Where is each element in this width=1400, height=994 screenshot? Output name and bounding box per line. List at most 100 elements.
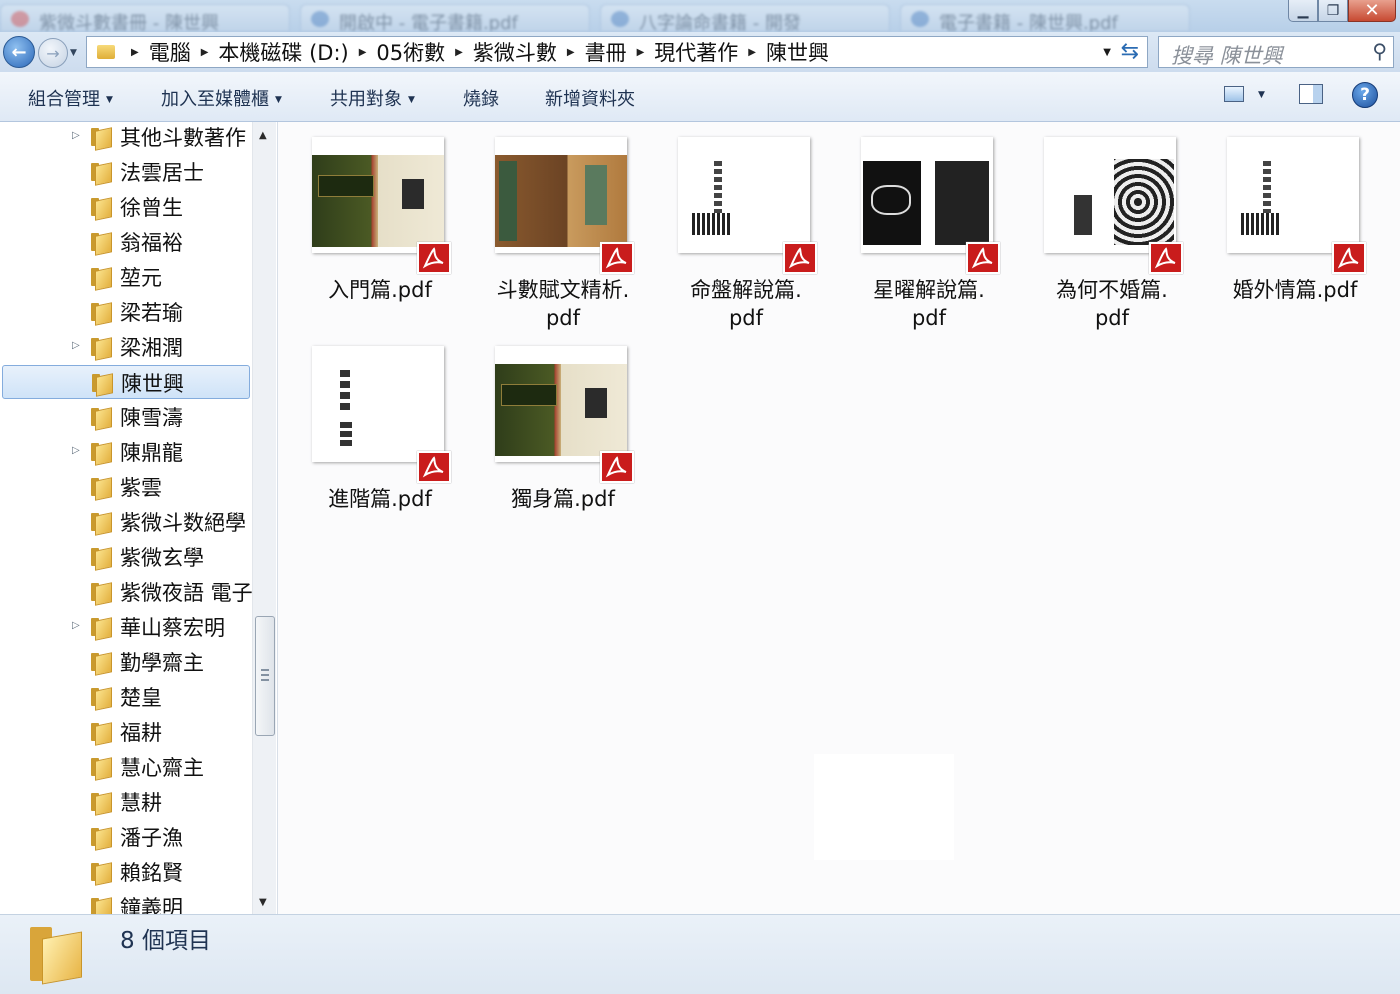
- scroll-up-icon[interactable]: ▲: [259, 130, 267, 141]
- breadcrumb-folder[interactable]: 紫微斗數: [473, 37, 557, 67]
- background-window-title: 八字論命書籍 - 開發: [639, 13, 801, 32]
- pdf-file-item[interactable]: 獨身篇.pdf: [460, 331, 634, 531]
- address-bar[interactable]: ▶ 電腦 ▶ 本機磁碟 (D:) ▶ 05術數 ▶ 紫微斗數 ▶ 書冊 ▶ 現代…: [86, 36, 1148, 68]
- search-icon[interactable]: ⚲: [1372, 39, 1387, 63]
- tree-item[interactable]: ▷ 陳鼎龍: [2, 435, 250, 469]
- organize-menu[interactable]: 組合管理 ▼: [28, 85, 113, 111]
- file-thumbnail: [1044, 137, 1176, 253]
- pdf-icon: [1332, 242, 1366, 274]
- file-thumbnail: [1227, 137, 1359, 253]
- chevron-right-icon[interactable]: ▶: [201, 47, 209, 58]
- file-name-line: 進階篇.pdf: [328, 487, 432, 511]
- chevron-right-icon[interactable]: ▶: [567, 47, 575, 58]
- book-cover-image: [312, 155, 444, 247]
- tree-item-label: 徐曾生: [120, 196, 183, 220]
- address-dropdown-icon[interactable]: ▼: [1103, 47, 1111, 58]
- breadcrumb-folder[interactable]: 05術數: [376, 37, 445, 67]
- view-options-chevron-icon[interactable]: ▼: [1258, 90, 1265, 100]
- tree-item-label: 紫微夜語 電子: [120, 581, 253, 605]
- forward-button[interactable]: →: [38, 38, 68, 68]
- scroll-down-icon[interactable]: ▼: [259, 897, 267, 908]
- tree-item[interactable]: 紫微斗数絕學: [2, 505, 250, 539]
- chevron-right-icon[interactable]: ▶: [455, 47, 463, 58]
- file-thumbnail: [678, 137, 810, 253]
- folder-icon: [90, 791, 112, 813]
- tree-item[interactable]: 勤學齋主: [2, 645, 250, 679]
- tree-item[interactable]: 法雲居士: [2, 155, 250, 189]
- file-name: 星曜解說篇. pdf: [826, 276, 1032, 332]
- folder-icon: [90, 336, 112, 358]
- pdf-file-item[interactable]: 婚外情篇.pdf: [1192, 122, 1366, 322]
- breadcrumb-computer[interactable]: 電腦: [149, 37, 191, 67]
- pdf-file-item[interactable]: 星曜解說篇. pdf: [826, 122, 1000, 330]
- share-with-menu[interactable]: 共用對象 ▼: [330, 85, 415, 111]
- tree-item[interactable]: 陳雪濤: [2, 400, 250, 434]
- help-icon[interactable]: ?: [1352, 82, 1378, 108]
- nav-scrollbar[interactable]: ▲ ▼: [252, 122, 276, 914]
- background-window-title: 電子書籍 - 陳世興.pdf: [939, 13, 1118, 32]
- tree-item[interactable]: 鐘義明: [2, 890, 250, 914]
- pdf-file-item[interactable]: 為何不婚篇. pdf: [1009, 122, 1183, 330]
- maximize-button[interactable]: ❐: [1318, 0, 1348, 22]
- tree-item[interactable]: 潘子漁: [2, 820, 250, 854]
- back-button[interactable]: ←: [3, 36, 35, 68]
- chevron-right-icon[interactable]: ▶: [131, 47, 139, 58]
- new-folder-button[interactable]: 新增資料夾: [545, 85, 635, 111]
- tree-item-label: 其他斗數著作: [120, 126, 246, 150]
- folder-icon: [30, 923, 90, 985]
- chevron-right-icon[interactable]: ▶: [748, 47, 756, 58]
- forward-arrow-icon: →: [46, 43, 60, 63]
- folder-icon: [90, 651, 112, 673]
- breadcrumb-current[interactable]: 陳世興: [766, 37, 829, 67]
- expand-arrow-icon[interactable]: ▷: [72, 130, 80, 141]
- tree-item[interactable]: 梁若瑜: [2, 295, 250, 329]
- chevron-right-icon[interactable]: ▶: [359, 47, 367, 58]
- scrollbar-thumb[interactable]: [255, 616, 275, 736]
- expand-arrow-icon[interactable]: ▷: [72, 445, 80, 456]
- tree-item[interactable]: 徐曾生: [2, 190, 250, 224]
- tree-item[interactable]: 楚皇: [2, 680, 250, 714]
- tree-item[interactable]: ▷ 其他斗數著作: [2, 122, 250, 154]
- search-input[interactable]: 搜尋 陳世興 ⚲: [1158, 36, 1394, 68]
- refresh-icon[interactable]: ⇆: [1121, 39, 1139, 64]
- add-to-library-menu[interactable]: 加入至媒體櫃 ▼: [161, 85, 282, 111]
- tree-item[interactable]: 賴銘賢: [2, 855, 250, 889]
- pdf-file-item[interactable]: 入門篇.pdf: [277, 122, 451, 322]
- tree-item[interactable]: 紫微夜語 電子: [2, 575, 253, 609]
- tree-item-label: 賴銘賢: [120, 861, 183, 885]
- breadcrumb-drive[interactable]: 本機磁碟 (D:): [218, 37, 348, 67]
- tree-item[interactable]: ▷ 華山蔡宏明: [2, 610, 250, 644]
- preview-pane-icon[interactable]: [1299, 84, 1323, 104]
- tree-item[interactable]: 慧心齋主: [2, 750, 250, 784]
- pdf-file-item[interactable]: 斗數賦文精析. pdf: [460, 122, 634, 330]
- tree-item[interactable]: 福耕: [2, 715, 250, 749]
- tree-item[interactable]: 陳世興: [2, 365, 250, 399]
- tree-item[interactable]: 堃元: [2, 260, 250, 294]
- folder-icon: [90, 161, 112, 183]
- burn-button[interactable]: 燒錄: [463, 85, 499, 111]
- change-view-icon[interactable]: [1224, 86, 1244, 102]
- tree-item[interactable]: 紫微玄學: [2, 540, 250, 574]
- tree-item[interactable]: 翁福裕: [2, 225, 250, 259]
- chevron-right-icon[interactable]: ▶: [637, 47, 645, 58]
- tree-item[interactable]: 慧耕: [2, 785, 250, 819]
- book-cover-image: [1044, 155, 1176, 247]
- close-button[interactable]: ✕: [1348, 0, 1396, 22]
- minimize-button[interactable]: ▁: [1288, 0, 1318, 22]
- breadcrumb-folder[interactable]: 書冊: [585, 37, 627, 67]
- background-window-title: 紫微斗數書冊 - 陳世興: [39, 13, 219, 32]
- file-name: 入門篇.pdf: [277, 276, 483, 304]
- tree-item[interactable]: 紫雲: [2, 470, 250, 504]
- recent-pages-dropdown[interactable]: ▼: [70, 48, 77, 58]
- tree-item[interactable]: ▷ 梁湘潤: [2, 330, 250, 364]
- pdf-file-item[interactable]: 命盤解說篇. pdf: [643, 122, 817, 330]
- expand-arrow-icon[interactable]: ▷: [72, 620, 80, 631]
- expand-arrow-icon[interactable]: ▷: [72, 340, 80, 351]
- tree-item-label: 慧耕: [120, 791, 162, 815]
- folder-icon: [90, 581, 112, 603]
- pdf-file-item[interactable]: 進階篇.pdf: [277, 331, 451, 531]
- breadcrumb-folder[interactable]: 現代著作: [654, 37, 738, 67]
- file-name-line: 為何不婚篇.: [1056, 278, 1168, 302]
- folder-icon: [90, 406, 112, 428]
- folder-icon: [90, 126, 112, 148]
